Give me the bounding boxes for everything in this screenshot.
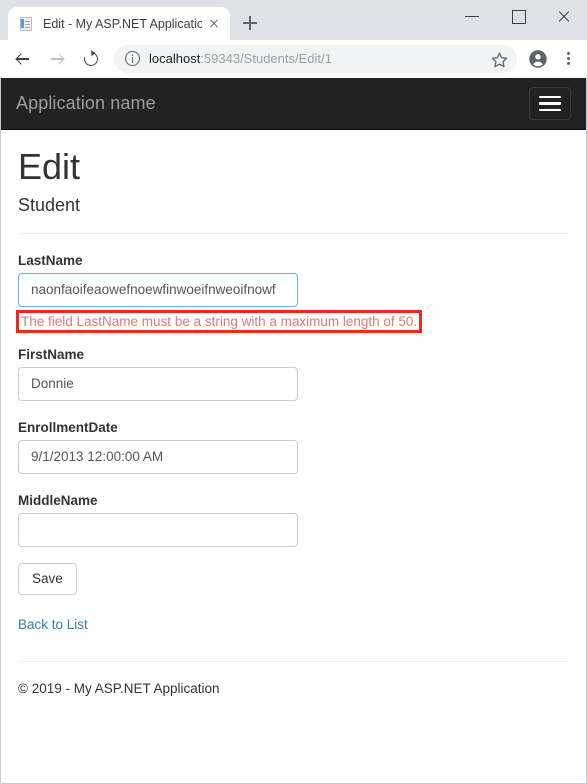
close-icon[interactable] bbox=[206, 16, 222, 32]
window-controls bbox=[449, 0, 587, 32]
form-group-middlename: MiddleName bbox=[18, 474, 569, 547]
page-viewport: Application name Edit Student LastName T… bbox=[0, 78, 587, 784]
page-container: Edit Student LastName The field LastName… bbox=[1, 147, 586, 696]
label-enrollmentdate: EnrollmentDate bbox=[18, 419, 118, 435]
forward-button[interactable] bbox=[42, 44, 72, 74]
url-text: localhost:59343/Students/Edit/1 bbox=[149, 51, 487, 66]
browser-tab[interactable]: Edit - My ASP.NET Application bbox=[8, 7, 230, 40]
window-close-icon[interactable] bbox=[541, 0, 587, 32]
form-group-firstname: FirstName bbox=[18, 333, 569, 401]
form-group-lastname: LastName The field LastName must be a st… bbox=[16, 234, 569, 333]
form-group-enrollmentdate: EnrollmentDate bbox=[18, 401, 569, 474]
hamburger-icon[interactable] bbox=[529, 87, 571, 120]
label-middlename: MiddleName bbox=[18, 492, 98, 508]
kebab-menu-icon[interactable] bbox=[555, 45, 581, 73]
account-avatar-icon[interactable] bbox=[524, 45, 552, 73]
address-bar[interactable]: localhost:59343/Students/Edit/1 bbox=[114, 44, 517, 73]
label-firstname: FirstName bbox=[18, 346, 85, 362]
page-subtitle: Student bbox=[18, 194, 81, 215]
tab-title: Edit - My ASP.NET Application bbox=[43, 16, 202, 31]
back-to-list-wrapper: Back to List bbox=[18, 616, 569, 634]
star-icon[interactable] bbox=[487, 47, 511, 71]
page-title: Edit bbox=[18, 146, 81, 187]
minimize-icon[interactable] bbox=[449, 0, 495, 32]
maximize-icon[interactable] bbox=[495, 0, 541, 32]
app-navbar: Application name bbox=[1, 78, 586, 130]
url-path: :59343/Students/Edit/1 bbox=[200, 51, 332, 66]
app-brand[interactable]: Application name bbox=[16, 93, 156, 114]
reload-button[interactable] bbox=[76, 44, 106, 74]
url-host: localhost bbox=[149, 51, 201, 66]
input-middlename[interactable] bbox=[18, 512, 298, 547]
footer-copyright: © 2019 - My ASP.NET Application bbox=[18, 681, 220, 697]
validation-error-lastname: The field LastName must be a string with… bbox=[16, 309, 423, 333]
reload-icon bbox=[81, 48, 101, 69]
info-circle-icon[interactable] bbox=[125, 51, 140, 66]
input-lastname[interactable] bbox=[18, 272, 298, 307]
browser-toolbar: localhost:59343/Students/Edit/1 bbox=[0, 40, 587, 78]
arrow-right-icon bbox=[51, 53, 63, 65]
input-enrollmentdate[interactable] bbox=[18, 439, 298, 474]
document-icon bbox=[18, 16, 34, 32]
tab-strip: Edit - My ASP.NET Application bbox=[0, 0, 587, 40]
save-button[interactable]: Save bbox=[18, 562, 77, 596]
back-button[interactable] bbox=[8, 44, 38, 74]
arrow-left-icon bbox=[17, 53, 29, 65]
back-to-list-link[interactable]: Back to List bbox=[18, 617, 88, 632]
browser-window: Edit - My ASP.NET Application localhost:… bbox=[0, 0, 587, 784]
edit-student-form: LastName The field LastName must be a st… bbox=[16, 234, 569, 596]
footer-divider bbox=[18, 661, 569, 663]
input-firstname[interactable] bbox=[18, 366, 298, 401]
label-lastname: LastName bbox=[18, 252, 83, 268]
new-tab-button[interactable] bbox=[236, 9, 264, 37]
